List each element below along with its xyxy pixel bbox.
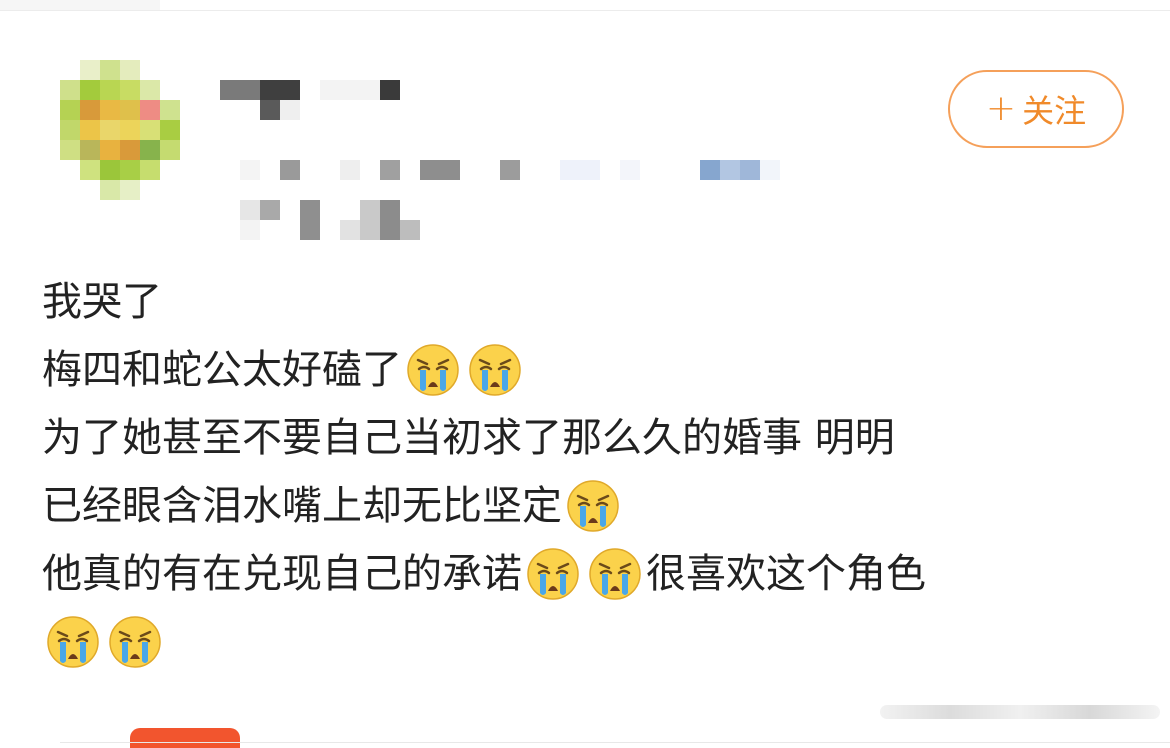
crying-face-emoji-icon — [468, 343, 522, 397]
watermark — [880, 705, 1160, 719]
attached-image[interactable] — [130, 728, 240, 748]
post-line: 已经眼含泪水嘴上却无比坚定 — [42, 472, 1152, 540]
post-text: 我哭了 梅四和蛇公太好磕了 为了她甚至不要自己当初求了那么久的婚事 明明 已经眼… — [42, 268, 1152, 676]
post-line: 他真的有在兑现自己的承诺 很喜欢这个角色 — [42, 540, 1152, 608]
post-line: 为了她甚至不要自己当初求了那么久的婚事 明明 — [42, 415, 895, 461]
crying-face-emoji-icon — [526, 547, 580, 601]
follow-label: 关注 — [1022, 92, 1087, 130]
follow-button[interactable]: + 关注 — [948, 70, 1124, 148]
crying-face-emoji-icon — [108, 615, 162, 669]
crying-face-emoji-icon — [566, 479, 620, 533]
post-line: 梅四和蛇公太好磕了 — [42, 336, 1152, 404]
post-line — [42, 608, 1152, 676]
crying-face-emoji-icon — [588, 547, 642, 601]
crying-face-emoji-icon — [46, 615, 100, 669]
post-line: 我哭了 — [42, 279, 162, 325]
plus-icon: + — [985, 88, 1017, 129]
crying-face-emoji-icon — [406, 343, 460, 397]
avatar[interactable] — [60, 60, 180, 200]
